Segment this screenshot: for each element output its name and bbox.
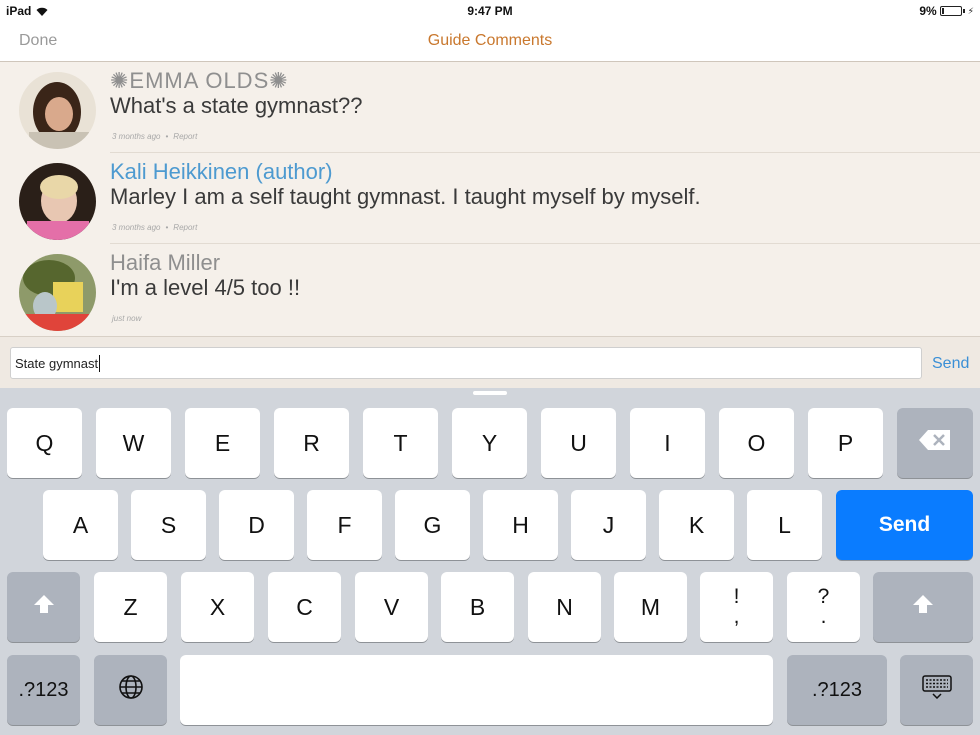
meta-separator: • [165,132,169,141]
key-h[interactable]: H [483,490,558,560]
numbers-key-right[interactable]: .?123 [787,655,887,725]
backspace-key[interactable] [897,408,973,478]
page-title: Guide Comments [427,32,553,49]
comment-time: 3 months ago [112,223,161,232]
keyboard-dismiss-icon [921,675,952,705]
key-i[interactable]: I [630,408,705,478]
keyboard-handle[interactable] [473,391,507,395]
key-o[interactable]: O [719,408,794,478]
key-z[interactable]: Z [94,572,167,642]
on-screen-keyboard: Q W E R T Y U I O P A S D F G H J K L Se… [0,388,980,735]
key-a[interactable]: A [43,490,118,560]
globe-icon [118,674,144,706]
numbers-key-left[interactable]: .?123 [7,655,80,725]
comment-author[interactable]: Haifa Miller [110,250,220,276]
key-question-bottom: . [820,605,827,628]
key-question-glyphs: ? . [817,585,830,628]
meta-separator: • [165,223,169,232]
key-t[interactable]: T [363,408,438,478]
status-time: 9:47 PM [467,4,513,18]
battery-percent: 9% [919,4,937,18]
comment-meta: 3 months ago • Report [112,223,197,232]
nav-bar: Done Guide Comments [0,22,980,62]
shift-icon [32,593,56,621]
comment-text: I'm a level 4/5 too !! [110,275,301,300]
keyboard-dismiss-key[interactable] [900,655,973,725]
shift-key-right[interactable] [873,572,973,642]
key-v[interactable]: V [355,572,428,642]
comment-text: What's a state gymnast?? [110,93,363,118]
key-exclamation-glyphs: ! , [733,585,740,628]
comment-input-value: State gymnast [15,356,99,371]
comment-input[interactable]: State gymnast [10,347,922,379]
key-exclamation-top: ! [733,585,740,608]
key-l[interactable]: L [747,490,822,560]
report-link[interactable]: Report [173,223,197,232]
key-w[interactable]: W [96,408,171,478]
comment-item: Haifa Miller I'm a level 4/5 too !! just… [0,244,980,335]
user-avatar[interactable] [19,72,96,149]
battery-icon [939,6,962,16]
comment-author[interactable]: ✺EMMA OLDS✺ [110,68,289,94]
comment-time: just now [112,314,142,323]
comment-item: ✺EMMA OLDS✺ What's a state gymnast?? 3 m… [0,62,980,153]
shift-icon [911,593,935,621]
report-link[interactable]: Report [173,132,197,141]
key-s[interactable]: S [131,490,206,560]
send-button[interactable]: Send [932,355,969,373]
comments-list[interactable]: ✺EMMA OLDS✺ What's a state gymnast?? 3 m… [0,62,980,336]
key-x[interactable]: X [181,572,254,642]
comment-meta: just now [112,314,141,323]
backspace-icon [918,429,952,457]
status-right: 9% ⚡ [919,4,974,18]
battery-fill [941,8,944,14]
key-y[interactable]: Y [452,408,527,478]
comment-text: Marley I am a self taught gymnast. I tau… [110,184,701,209]
comment-item: Kali Heikkinen (author) Marley I am a se… [0,153,980,244]
key-exclamation[interactable]: ! , [700,572,773,642]
comment-time: 3 months ago [112,132,161,141]
key-m[interactable]: M [614,572,687,642]
key-exclamation-bottom: , [733,605,740,628]
key-question[interactable]: ? . [787,572,860,642]
key-j[interactable]: J [571,490,646,560]
key-b[interactable]: B [441,572,514,642]
send-key[interactable]: Send [836,490,973,560]
shift-key-left[interactable] [7,572,80,642]
user-avatar[interactable] [19,254,96,331]
comment-author[interactable]: Kali Heikkinen (author) [110,159,333,185]
status-bar: iPad 9:47 PM 9% ⚡ [0,0,980,22]
text-caret [99,355,101,372]
key-f[interactable]: F [307,490,382,560]
key-p[interactable]: P [808,408,883,478]
author-avatar[interactable] [19,163,96,240]
key-k[interactable]: K [659,490,734,560]
key-n[interactable]: N [528,572,601,642]
key-d[interactable]: D [219,490,294,560]
space-key[interactable] [180,655,773,725]
key-question-top: ? [817,585,830,608]
key-q[interactable]: Q [7,408,82,478]
key-e[interactable]: E [185,408,260,478]
key-c[interactable]: C [268,572,341,642]
key-u[interactable]: U [541,408,616,478]
battery-nub [962,9,965,13]
globe-key[interactable] [94,655,167,725]
comment-composer: State gymnast Send [0,336,980,388]
charging-bolt-icon: ⚡ [967,5,974,16]
comment-meta: 3 months ago • Report [112,132,197,141]
key-g[interactable]: G [395,490,470,560]
key-r[interactable]: R [274,408,349,478]
